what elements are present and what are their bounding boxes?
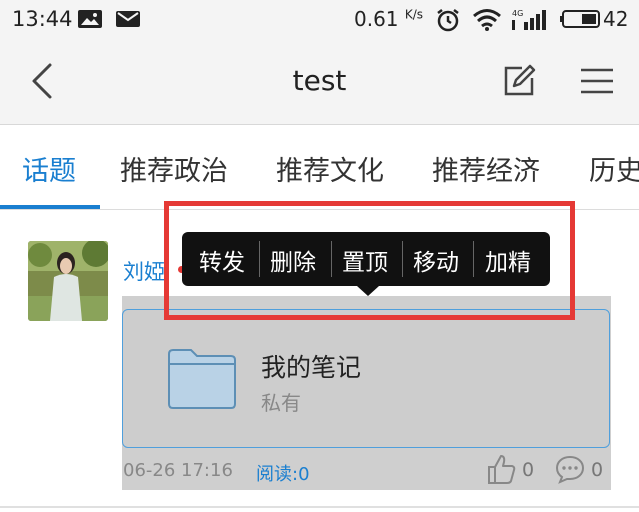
status-time: 13:44 xyxy=(12,7,73,31)
cellular-signal-icon: 4G xyxy=(512,9,546,30)
status-bar: 13:44 0.61 K/s 4G 42 xyxy=(0,0,639,38)
network-speed: 0.61 K/s xyxy=(354,7,424,31)
edit-icon[interactable] xyxy=(500,62,538,100)
note-card[interactable]: 我的笔记 私有 xyxy=(122,309,610,448)
like-count: 0 xyxy=(522,459,535,481)
thumbs-up-icon[interactable] xyxy=(486,453,516,485)
category-tabs: 话题 推荐政治 推荐文化 推荐经济 历史 xyxy=(0,125,639,210)
tab-economy[interactable]: 推荐经济 xyxy=(432,149,540,188)
alarm-icon xyxy=(437,9,459,32)
tab-culture[interactable]: 推荐文化 xyxy=(276,149,384,188)
comment-count: 0 xyxy=(591,459,604,481)
note-title: 我的笔记 xyxy=(261,353,362,382)
read-count: 阅读:0 xyxy=(256,464,310,485)
mail-notification-icon xyxy=(116,11,140,27)
divider xyxy=(0,506,639,508)
back-arrow-icon[interactable] xyxy=(26,62,60,100)
battery-percent: 42 xyxy=(603,7,629,31)
battery-icon xyxy=(560,10,600,28)
tab-politics[interactable]: 推荐政治 xyxy=(120,149,228,188)
svg-text:4G: 4G xyxy=(512,9,523,18)
annotation-highlight-box xyxy=(164,201,575,320)
nav-bar: test xyxy=(0,38,639,125)
comment-icon[interactable] xyxy=(555,454,585,484)
author-name[interactable]: 刘婭 xyxy=(123,256,165,286)
folder-icon xyxy=(168,349,236,409)
gallery-notification-icon xyxy=(78,10,102,28)
tab-history[interactable]: 历史 xyxy=(589,149,639,188)
page-title: test xyxy=(292,64,347,97)
tab-topics[interactable]: 话题 xyxy=(22,149,76,188)
note-privacy: 私有 xyxy=(261,391,301,415)
wifi-icon xyxy=(473,9,501,31)
active-tab-indicator xyxy=(0,205,100,209)
post-date: 06-26 17:16 xyxy=(123,460,233,481)
avatar[interactable] xyxy=(28,241,108,321)
hamburger-menu-icon[interactable] xyxy=(578,64,616,98)
